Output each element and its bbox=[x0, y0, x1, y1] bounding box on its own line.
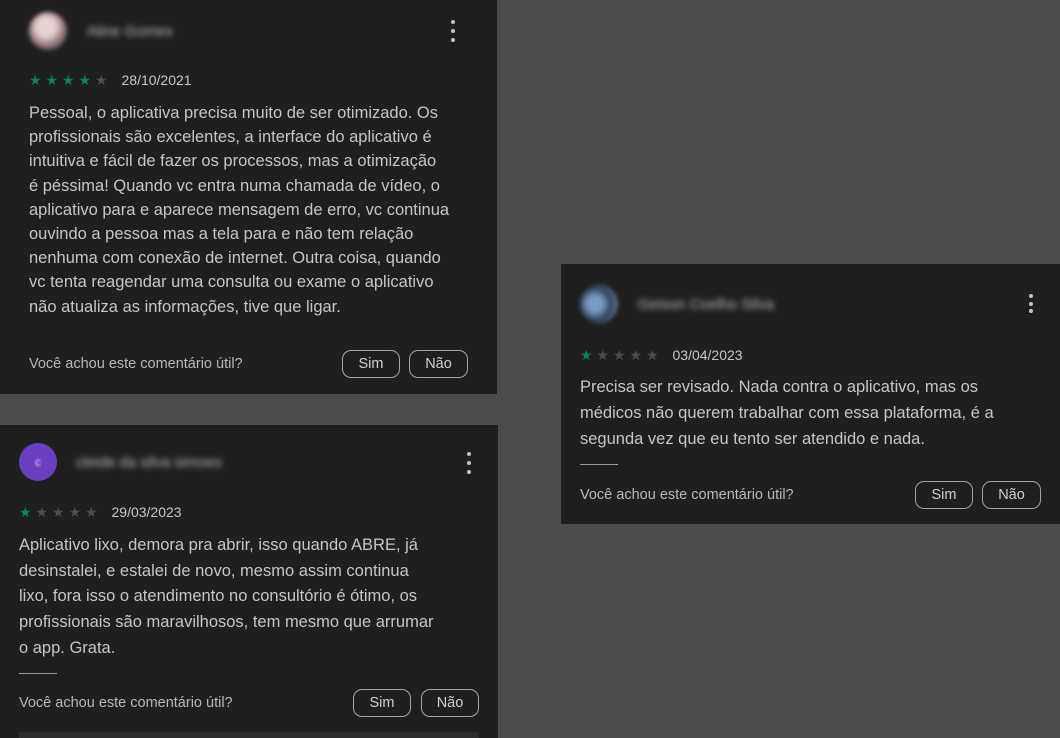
reviewer-name: Aline Gomes bbox=[87, 22, 173, 40]
helpful-yes-button[interactable]: Sim bbox=[342, 350, 400, 378]
helpful-no-button[interactable]: Não bbox=[409, 350, 468, 378]
star-icon: ★ bbox=[78, 72, 92, 88]
review-line: médicos não querem trabalhar com essa pl… bbox=[580, 404, 994, 422]
review-header: Geison Coelho Silva bbox=[580, 285, 774, 323]
more-vert-icon[interactable] bbox=[1028, 294, 1034, 313]
review-card: Aline Gomes ★ ★ ★ ★ ★ 28/10/2021 Pessoal… bbox=[0, 0, 497, 394]
star-icon: ★ bbox=[95, 72, 108, 88]
helpful-yes-button[interactable]: Sim bbox=[353, 689, 411, 717]
rating-row: ★ ★ ★ ★ ★ 29/03/2023 bbox=[19, 504, 182, 520]
star-icon: ★ bbox=[45, 72, 59, 88]
review-line: é péssima! Quando vc entra numa chamada … bbox=[29, 176, 440, 195]
review-line: intuitiva e fácil de fazer os processos,… bbox=[29, 152, 437, 171]
star-icon: ★ bbox=[646, 347, 659, 363]
star-icon: ★ bbox=[52, 504, 65, 520]
star-icon: ★ bbox=[35, 504, 49, 520]
star-icon: ★ bbox=[85, 504, 98, 520]
review-header: Aline Gomes bbox=[29, 12, 173, 50]
divider bbox=[19, 673, 57, 674]
avatar bbox=[29, 12, 67, 50]
star-icon: ★ bbox=[68, 504, 82, 520]
review-text: Aplicativo lixo, demora pra abrir, isso … bbox=[19, 533, 484, 662]
review-card: Geison Coelho Silva ★ ★ ★ ★ ★ 03/04/2023… bbox=[561, 264, 1060, 524]
review-line: profissionais são excelentes, a interfac… bbox=[29, 128, 432, 147]
helpful-no-button[interactable]: Não bbox=[982, 481, 1041, 509]
review-date: 03/04/2023 bbox=[672, 347, 743, 363]
review-line: profissionais são maravilhosos, tem mesm… bbox=[19, 613, 434, 632]
review-text: Pessoal, o aplicativa precisa muito de s… bbox=[29, 101, 484, 319]
rating-row: ★ ★ ★ ★ ★ 28/10/2021 bbox=[29, 72, 192, 88]
review-date: 29/03/2023 bbox=[111, 504, 182, 520]
helpful-no-button[interactable]: Não bbox=[421, 689, 479, 717]
reviewer-name: Geison Coelho Silva bbox=[638, 295, 774, 313]
star-icon: ★ bbox=[29, 72, 42, 88]
review-card: c cleide da silva simoes ★ ★ ★ ★ ★ 29/03… bbox=[0, 425, 498, 738]
review-line: Aplicativo lixo, demora pra abrir, isso … bbox=[19, 536, 418, 554]
star-icon: ★ bbox=[19, 504, 32, 520]
review-line: Pessoal, o aplicativa precisa muito de s… bbox=[29, 104, 439, 122]
helpful-question: Você achou este comentário útil? bbox=[19, 695, 233, 711]
avatar: c bbox=[19, 443, 57, 481]
review-line: não atualiza as informações, tive que li… bbox=[29, 297, 341, 316]
star-icon: ★ bbox=[596, 347, 610, 363]
review-text: Precisa ser revisado. Nada contra o apli… bbox=[580, 374, 1050, 452]
review-line: Precisa ser revisado. Nada contra o apli… bbox=[580, 378, 979, 396]
review-line: desinstalei, e estalei de novo, mesmo as… bbox=[19, 561, 409, 580]
rating-row: ★ ★ ★ ★ ★ 03/04/2023 bbox=[580, 347, 743, 363]
star-rating: ★ ★ ★ ★ ★ bbox=[29, 73, 112, 87]
review-date: 28/10/2021 bbox=[121, 72, 192, 88]
more-vert-icon[interactable] bbox=[466, 452, 472, 474]
review-line: aplicativo para e aparece mensagem de er… bbox=[29, 200, 450, 219]
review-line: o app. Grata. bbox=[19, 638, 116, 657]
review-line: lixo, fora isso o atendimento no consult… bbox=[19, 587, 418, 606]
star-icon: ★ bbox=[580, 347, 593, 363]
star-icon: ★ bbox=[629, 347, 643, 363]
review-header: c cleide da silva simoes bbox=[19, 443, 222, 481]
star-icon: ★ bbox=[62, 72, 75, 88]
avatar bbox=[580, 285, 618, 323]
star-rating: ★ ★ ★ ★ ★ bbox=[580, 348, 663, 362]
helpful-yes-button[interactable]: Sim bbox=[915, 481, 973, 509]
helpful-question: Você achou este comentário útil? bbox=[29, 356, 243, 372]
star-icon: ★ bbox=[613, 347, 626, 363]
star-rating: ★ ★ ★ ★ ★ bbox=[19, 505, 102, 519]
review-line: vc tenta reagendar uma consulta ou exame… bbox=[29, 273, 434, 292]
next-card-edge bbox=[19, 732, 479, 738]
avatar-letter: c bbox=[35, 455, 41, 469]
divider bbox=[580, 464, 618, 465]
helpful-question: Você achou este comentário útil? bbox=[580, 487, 794, 503]
review-line: nenhuma com conexão de internet. Outra c… bbox=[29, 249, 441, 268]
reviewer-name: cleide da silva simoes bbox=[76, 453, 222, 471]
review-line: segunda vez que eu tento ser atendido e … bbox=[580, 430, 925, 448]
review-line: ouvindo a pessoa mas a tela para e não t… bbox=[29, 225, 414, 244]
more-vert-icon[interactable] bbox=[450, 20, 456, 42]
